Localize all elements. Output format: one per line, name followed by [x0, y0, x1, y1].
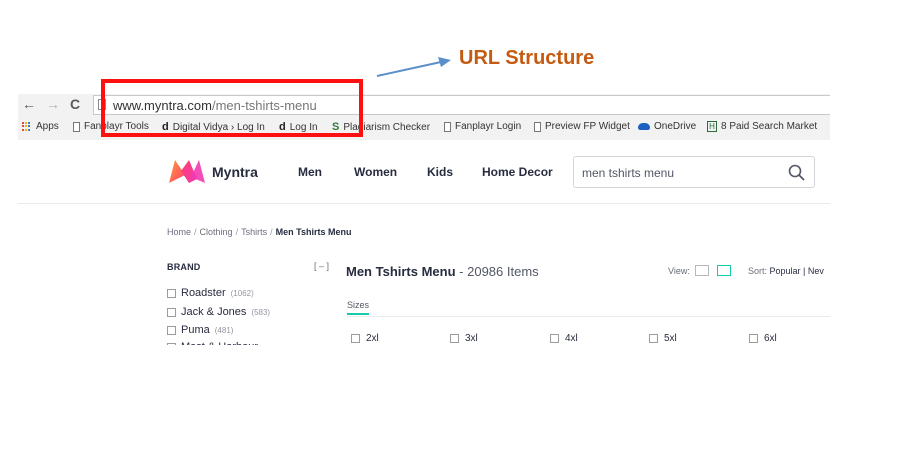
- search-value: men tshirts menu: [582, 166, 675, 180]
- url-text[interactable]: www.myntra.com/men-tshirts-menu: [113, 98, 317, 113]
- brand-filter-option[interactable]: Jack & Jones (583): [167, 306, 270, 318]
- myntra-logo-icon[interactable]: [167, 157, 207, 185]
- filter-collapse-button[interactable]: [ – ]: [314, 261, 329, 271]
- search-icon[interactable]: [788, 164, 805, 181]
- breadcrumb: Home / Clothing / Tshirts / Men Tshirts Menu: [167, 227, 351, 237]
- bookmark-apps[interactable]: Apps: [22, 121, 59, 132]
- results-count: - 20986 Items: [459, 264, 539, 279]
- d-logo-icon: d: [162, 121, 169, 133]
- breadcrumb-separator: /: [194, 227, 197, 237]
- breadcrumb-clothing[interactable]: Clothing: [200, 227, 233, 237]
- checkbox[interactable]: [167, 288, 176, 298]
- document-icon: [444, 121, 451, 132]
- url-path: /men-tshirts-menu: [211, 98, 317, 113]
- list-view-icon[interactable]: [695, 265, 709, 276]
- checkbox[interactable]: [167, 325, 176, 335]
- bookmark-paid-search[interactable]: H8 Paid Search Market: [707, 121, 817, 132]
- bookmark-digital-vidya[interactable]: d Digital Vidya › Log In: [162, 121, 265, 133]
- checkbox[interactable]: [649, 334, 658, 343]
- document-icon: [73, 121, 80, 132]
- nav-kids[interactable]: Kids: [427, 165, 453, 179]
- size-option[interactable]: 2xl: [351, 333, 379, 344]
- size-option[interactable]: 6xl: [749, 333, 777, 344]
- results-title: Men Tshirts Menu - 20986 Items: [346, 264, 539, 279]
- sort-control[interactable]: Sort: Popular | Nev: [748, 266, 824, 276]
- sort-value: Popular | Nev: [769, 266, 824, 276]
- grid-view-icon[interactable]: [717, 265, 731, 276]
- bookmark-fanplayr-tools[interactable]: Fanplayr Tools: [73, 121, 149, 132]
- brand-name[interactable]: Myntra: [212, 164, 258, 180]
- nav-men[interactable]: Men: [298, 165, 322, 179]
- url-bar-row: ← → C www.myntra.com/men-tshirts-menu: [18, 94, 830, 116]
- breadcrumb-home[interactable]: Home: [167, 227, 191, 237]
- reload-button[interactable]: C: [70, 96, 80, 112]
- brand-filter-option[interactable]: Puma (481): [167, 324, 233, 336]
- nav-women[interactable]: Women: [354, 165, 397, 179]
- d-logo-icon: d: [279, 121, 286, 133]
- view-label: View:: [668, 266, 690, 276]
- filter-title: BRAND: [167, 262, 201, 272]
- size-option[interactable]: 5xl: [649, 333, 677, 344]
- size-option[interactable]: 3xl: [450, 333, 478, 344]
- header-divider: [18, 203, 830, 204]
- browser-chrome: ← → C www.myntra.com/men-tshirts-menu Ap…: [18, 94, 830, 140]
- bookmark-plagiarism-checker[interactable]: S Plagiarism Checker: [332, 121, 430, 133]
- checkbox[interactable]: [749, 334, 758, 343]
- sort-label: Sort:: [748, 266, 768, 276]
- checkbox[interactable]: [550, 334, 559, 343]
- bookmark-fanplayr-login[interactable]: Fanplayr Login: [444, 121, 521, 132]
- bookmark-onedrive[interactable]: OneDrive: [638, 121, 696, 132]
- annotation-label: URL Structure: [459, 47, 595, 69]
- s-logo-icon: S: [332, 121, 340, 133]
- annotation-arrow: [376, 57, 451, 77]
- breadcrumb-tshirts[interactable]: Tshirts: [241, 227, 267, 237]
- h-logo-icon: H: [707, 121, 717, 132]
- forward-button[interactable]: →: [46, 96, 60, 112]
- search-input[interactable]: men tshirts menu: [573, 156, 815, 188]
- breadcrumb-current: Men Tshirts Menu: [275, 227, 352, 237]
- address-bar[interactable]: www.myntra.com/men-tshirts-menu: [93, 95, 830, 115]
- cloud-icon: [638, 123, 650, 130]
- page-icon: [98, 99, 106, 110]
- bookmark-log-in[interactable]: d Log In: [279, 121, 318, 133]
- url-domain: www.myntra.com: [113, 98, 212, 113]
- document-icon: [534, 121, 541, 132]
- active-tab-indicator: [347, 313, 369, 315]
- checkbox[interactable]: [167, 307, 176, 317]
- size-option[interactable]: 4xl: [550, 333, 578, 344]
- checkbox[interactable]: [351, 334, 360, 343]
- viewport-cutoff: [160, 345, 340, 355]
- nav-home-decor[interactable]: Home Decor: [482, 165, 553, 179]
- breadcrumb-separator: /: [235, 227, 239, 237]
- tab-divider: [347, 316, 830, 317]
- tab-sizes[interactable]: Sizes: [347, 300, 369, 310]
- brand-filter-option[interactable]: Roadster (1062): [167, 287, 254, 299]
- bookmarks-bar: Apps Fanplayr Tools d Digital Vidya › Log…: [18, 118, 830, 138]
- checkbox[interactable]: [450, 334, 459, 343]
- back-button[interactable]: ←: [22, 96, 36, 112]
- apps-icon: [22, 121, 32, 132]
- bookmark-preview-fp-widget[interactable]: Preview FP Widget: [534, 121, 630, 132]
- breadcrumb-separator: /: [270, 227, 273, 237]
